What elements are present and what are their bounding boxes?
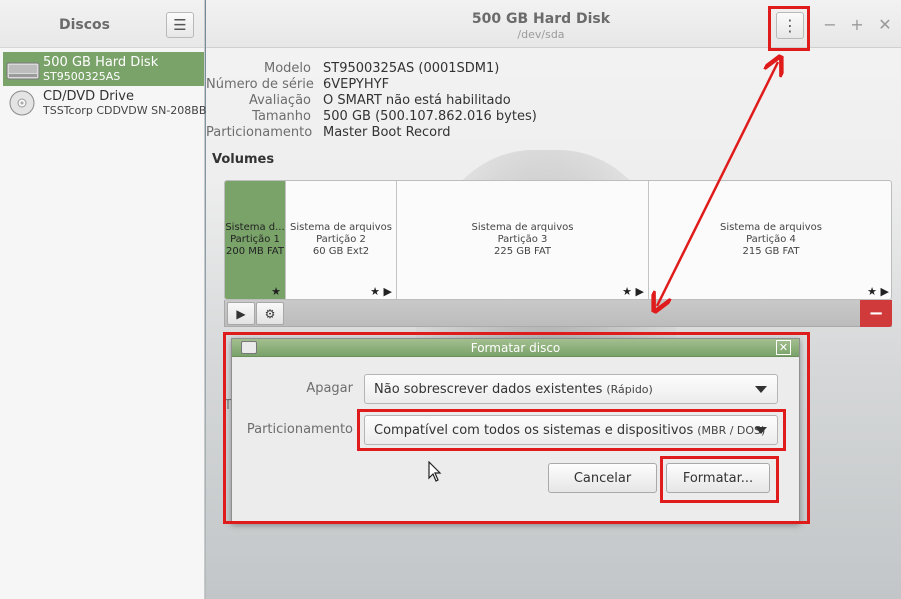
detail-value: O SMART não está habilitado bbox=[323, 93, 511, 108]
partition-size: 200 MB FAT bbox=[226, 246, 284, 257]
mount-button[interactable]: ▶ bbox=[227, 302, 255, 325]
disk-item-cd-dvd[interactable]: CD/DVD Drive TSSTcorp CDDVDW SN-208BB bbox=[3, 86, 207, 120]
detail-label: Particionamento bbox=[206, 125, 313, 140]
close-button[interactable]: ✕ bbox=[876, 15, 894, 34]
close-icon: ✕ bbox=[778, 341, 789, 354]
erase-label: Apagar bbox=[306, 381, 353, 396]
detail-label: Avaliação bbox=[248, 93, 311, 108]
detail-value: ST9500325AS (0001SDM1) bbox=[323, 61, 500, 76]
partition-name: Partição 4 bbox=[746, 234, 796, 245]
maximize-button[interactable]: + bbox=[848, 15, 866, 34]
disk-menu-button[interactable]: ⋮ bbox=[776, 12, 804, 39]
format-disk-dialog: Formatar disco ✕ Apagar Não sobrescrever… bbox=[231, 338, 800, 523]
partition-size: 225 GB FAT bbox=[493, 246, 552, 257]
optical-disc-icon bbox=[6, 89, 40, 117]
erase-hint: (Rápido) bbox=[606, 382, 653, 396]
erase-select[interactable]: Não sobrescrever dados existentes (Rápid… bbox=[364, 374, 778, 404]
cancel-button[interactable]: Cancelar bbox=[548, 463, 657, 493]
partition-name: Partição 2 bbox=[316, 234, 366, 245]
erase-value: Não sobrescrever dados existentes bbox=[374, 381, 603, 397]
partition-type: Sistema de arquivos bbox=[290, 222, 392, 233]
detail-value: 6VEPYHYF bbox=[323, 77, 390, 92]
delete-partition-button[interactable]: − bbox=[860, 300, 892, 327]
chevron-down-icon bbox=[755, 427, 767, 434]
play-icon: ▶ bbox=[236, 306, 246, 321]
dialog-close-button[interactable]: ✕ bbox=[776, 340, 791, 355]
star-play-icon: ★ ▶ bbox=[867, 285, 889, 298]
partitioning-value: Compatível com todos os sistemas e dispo… bbox=[374, 422, 694, 438]
detail-label: Número de série bbox=[206, 77, 314, 92]
disk-model: TSSTcorp CDDVDW SN-208BB bbox=[43, 104, 207, 117]
partition-name: Partição 1 bbox=[230, 234, 280, 245]
partitioning-label: Particionamento bbox=[246, 422, 353, 437]
star-icon: ★ bbox=[271, 285, 281, 298]
format-button[interactable]: Formatar... bbox=[666, 463, 770, 493]
partition-1[interactable]: Sistema d... Partição 1 200 MB FAT ★ bbox=[225, 181, 286, 299]
partition-2[interactable]: Sistema de arquivos Partição 2 60 GB Ext… bbox=[286, 181, 397, 299]
volumes-map: Sistema d... Partição 1 200 MB FAT ★ Sis… bbox=[224, 180, 892, 300]
detail-value: Master Boot Record bbox=[323, 125, 451, 140]
hamburger-menu-icon: ☰ bbox=[173, 16, 187, 34]
partition-type: Sistema d... bbox=[225, 222, 285, 233]
minus-icon: − bbox=[868, 303, 884, 324]
partition-4[interactable]: Sistema de arquivos Partição 4 215 GB FA… bbox=[649, 181, 891, 299]
disk-item-hard-disk[interactable]: 500 GB Hard Disk ST9500325AS bbox=[3, 52, 204, 86]
partition-type: Sistema de arquivos bbox=[720, 222, 822, 233]
mouse-cursor-icon bbox=[428, 461, 442, 482]
partition-size: 60 GB Ext2 bbox=[312, 246, 370, 257]
minimize-button[interactable]: − bbox=[821, 15, 839, 34]
vertical-dots-icon: ⋮ bbox=[782, 16, 798, 35]
main-header: 500 GB Hard Disk /dev/sda ⋮ − + ✕ bbox=[206, 0, 901, 48]
detail-value: 500 GB (500.107.862.016 bytes) bbox=[323, 109, 537, 124]
disk-name: 500 GB Hard Disk bbox=[43, 55, 159, 70]
detail-label: Modelo bbox=[264, 61, 311, 76]
hard-disk-icon bbox=[6, 55, 40, 83]
partition-3[interactable]: Sistema de arquivos Partição 3 225 GB FA… bbox=[397, 181, 649, 299]
sidebar: Discos ☰ 500 GB Hard Disk ST9500325AS CD… bbox=[0, 0, 207, 599]
partition-size: 215 GB FAT bbox=[742, 246, 800, 257]
gear-icon: ⚙ bbox=[264, 306, 276, 321]
sidebar-header: Discos ☰ bbox=[0, 0, 204, 48]
detail-label: Tamanho bbox=[252, 109, 311, 124]
star-play-icon: ★ ▶ bbox=[622, 285, 644, 298]
volumes-heading: Volumes bbox=[212, 152, 275, 167]
disk-model: ST9500325AS bbox=[43, 70, 121, 83]
partition-name: Partição 3 bbox=[497, 234, 548, 245]
volume-toolbar: ▶ ⚙ − bbox=[224, 300, 892, 327]
partitioning-select[interactable]: Compatível com todos os sistemas e dispo… bbox=[364, 415, 778, 445]
disk-name: CD/DVD Drive bbox=[43, 89, 134, 104]
sidebar-title: Discos bbox=[58, 17, 110, 33]
star-play-icon: ★ ▶ bbox=[370, 285, 392, 298]
chevron-down-icon bbox=[755, 386, 767, 393]
partition-options-button[interactable]: ⚙ bbox=[256, 302, 284, 325]
sidebar-menu-button[interactable]: ☰ bbox=[166, 12, 194, 38]
dialog-title: Formatar disco bbox=[470, 341, 561, 355]
dialog-titlebar: Formatar disco ✕ bbox=[232, 339, 799, 357]
partition-type: Sistema de arquivos bbox=[471, 222, 574, 233]
